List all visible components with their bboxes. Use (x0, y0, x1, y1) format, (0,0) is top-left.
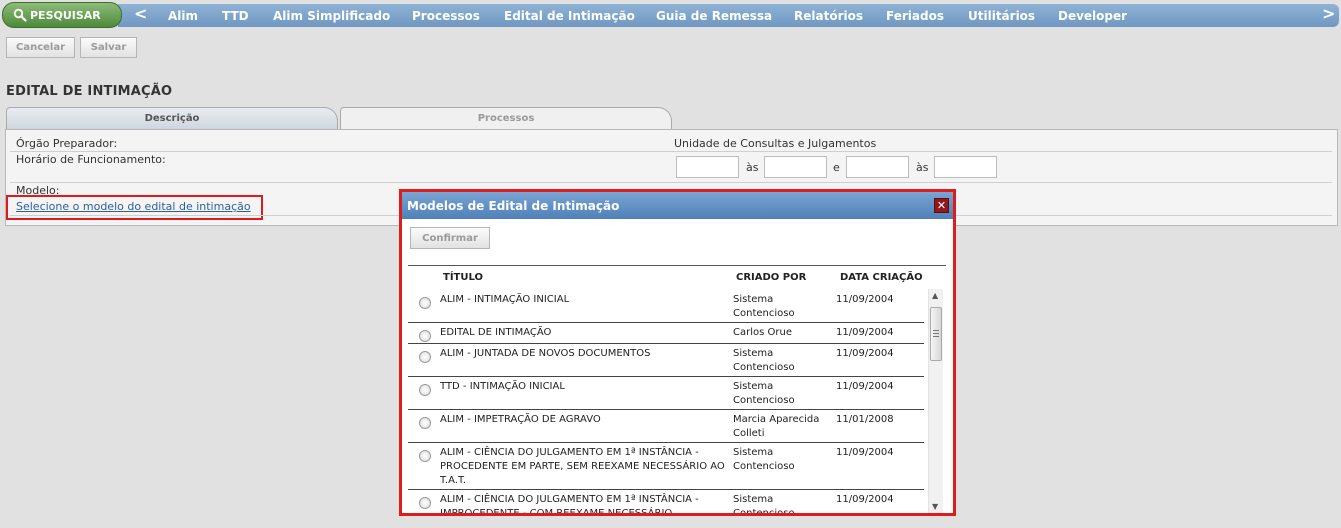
table-row[interactable]: TTD - INTIMAÇÃO INICIAL Sistema Contenci… (408, 377, 924, 410)
row-radio[interactable] (419, 417, 431, 429)
orgao-value: Unidade de Consultas e Julgamentos (674, 137, 877, 150)
column-header-created-date: DATA CRIAÇÃO (840, 272, 923, 283)
confirm-button[interactable]: Confirmar (410, 227, 490, 249)
nav-item-alim[interactable]: Alim (168, 9, 198, 23)
table-top-border (408, 265, 946, 266)
row-radio[interactable] (419, 330, 431, 342)
table-scrollbar[interactable]: ▲ ▼ (928, 289, 943, 513)
horario-start-1-input[interactable] (676, 156, 739, 178)
nav-next-arrow[interactable]: > (1322, 5, 1335, 23)
row-title: EDITAL DE INTIMAÇÃO (440, 327, 552, 338)
row-created-by: Sistema Contencioso (733, 447, 795, 472)
divider (10, 182, 1332, 183)
row-title: ALIM - CIÊNCIA DO JULGAMENTO EM 1ª INSTÂ… (440, 494, 699, 513)
row-title: ALIM - IMPETRAÇÃO DE AGRAVO (440, 414, 601, 425)
horario-sep-3: às (916, 161, 929, 174)
horario-end-2-input[interactable] (934, 156, 997, 178)
row-title: ALIM - JUNTADA DE NOVOS DOCUMENTOS (440, 348, 651, 359)
row-created-by: Sistema Contencioso (733, 348, 795, 373)
tab-descricao[interactable]: Descrição (6, 107, 338, 129)
row-created-by: Sistema Contencioso (733, 294, 795, 319)
divider (10, 151, 1332, 152)
nav-item-ttd[interactable]: TTD (222, 9, 249, 23)
model-table-body: ALIM - INTIMAÇÃO INICIAL Sistema Contenc… (408, 289, 946, 513)
row-title: ALIM - INTIMAÇÃO INICIAL (440, 294, 570, 305)
save-button[interactable]: Salvar (80, 37, 137, 58)
table-row[interactable]: ALIM - CIÊNCIA DO JULGAMENTO EM 1ª INSTÂ… (408, 443, 924, 490)
nav-item-feriados[interactable]: Feriados (886, 9, 944, 23)
row-title: TTD - INTIMAÇÃO INICIAL (440, 381, 565, 392)
row-date: 11/01/2008 (836, 414, 894, 425)
grip-line (933, 336, 939, 337)
nav-item-relatorios[interactable]: Relatórios (794, 9, 863, 23)
row-date: 11/09/2004 (836, 447, 894, 458)
row-created-by: Sistema Contencioso (733, 494, 795, 513)
table-row[interactable]: ALIM - CIÊNCIA DO JULGAMENTO EM 1ª INSTÂ… (408, 490, 924, 513)
horario-label: Horário de Funcionamento: (16, 153, 166, 166)
horario-sep-2: e (833, 161, 840, 174)
nav-item-guia-remessa[interactable]: Guia de Remessa (656, 9, 772, 23)
horario-sep-1: às (746, 161, 759, 174)
horario-end-1-input[interactable] (764, 156, 827, 178)
nav-item-utilitarios[interactable]: Utilitários (968, 9, 1035, 23)
row-created-by: Carlos Orue (733, 327, 792, 338)
magnifier-icon (13, 8, 27, 22)
row-date: 11/09/2004 (836, 327, 894, 338)
cancel-button[interactable]: Cancelar (6, 37, 75, 58)
select-model-link[interactable]: Selecione o modelo do edital de intimaçã… (16, 200, 251, 213)
search-button[interactable]: PESQUISAR (2, 2, 122, 28)
row-title: ALIM - CIÊNCIA DO JULGAMENTO EM 1ª INSTÂ… (440, 447, 725, 486)
search-button-label: PESQUISAR (30, 8, 101, 22)
page-title: EDITAL DE INTIMAÇÃO (6, 84, 173, 99)
orgao-label: Órgão Preparador: (16, 137, 118, 150)
scroll-up-arrow-icon[interactable]: ▲ (932, 291, 938, 300)
grip-line (933, 333, 939, 334)
row-date: 11/09/2004 (836, 494, 894, 505)
row-date: 11/09/2004 (836, 348, 894, 359)
table-row[interactable]: ALIM - INTIMAÇÃO INICIAL Sistema Contenc… (408, 289, 924, 323)
row-radio[interactable] (419, 450, 431, 462)
row-created-by: Marcia Aparecida Colleti (733, 414, 820, 439)
dialog-title: Modelos de Edital de Intimação (407, 199, 620, 213)
row-date: 11/09/2004 (836, 294, 894, 305)
table-row[interactable]: ALIM - JUNTADA DE NOVOS DOCUMENTOS Siste… (408, 344, 924, 377)
row-radio[interactable] (419, 297, 431, 309)
dialog-header: Modelos de Edital de Intimação ✕ (402, 192, 953, 219)
row-radio[interactable] (419, 351, 431, 363)
column-header-created-by: CRIADO POR (736, 272, 807, 283)
close-icon[interactable]: ✕ (934, 198, 949, 213)
table-row[interactable]: EDITAL DE INTIMAÇÃO Carlos Orue 11/09/20… (408, 323, 924, 344)
nav-item-processos[interactable]: Processos (412, 9, 480, 23)
scroll-thumb[interactable] (930, 307, 942, 361)
row-date: 11/09/2004 (836, 381, 894, 392)
grip-line (933, 330, 939, 331)
nav-item-developer[interactable]: Developer (1058, 9, 1127, 23)
nav-item-alim-simplificado[interactable]: Alim Simplificado (273, 9, 390, 23)
tab-processos[interactable]: Processos (340, 107, 672, 129)
model-selection-dialog: Modelos de Edital de Intimação ✕ Confirm… (399, 189, 956, 516)
horario-start-2-input[interactable] (846, 156, 909, 178)
scroll-down-arrow-icon[interactable]: ▼ (932, 502, 938, 511)
nav-item-edital-intimacao[interactable]: Edital de Intimação (504, 9, 635, 23)
table-row[interactable]: ALIM - IMPETRAÇÃO DE AGRAVO Marcia Apare… (408, 410, 924, 443)
nav-prev-arrow[interactable]: < (134, 5, 147, 23)
column-header-title: TÍTULO (443, 272, 483, 283)
row-radio[interactable] (419, 497, 431, 509)
row-radio[interactable] (419, 384, 431, 396)
row-created-by: Sistema Contencioso (733, 381, 795, 406)
main-navbar: PESQUISAR < Alim TTD Alim Simplificado P… (0, 2, 1341, 28)
